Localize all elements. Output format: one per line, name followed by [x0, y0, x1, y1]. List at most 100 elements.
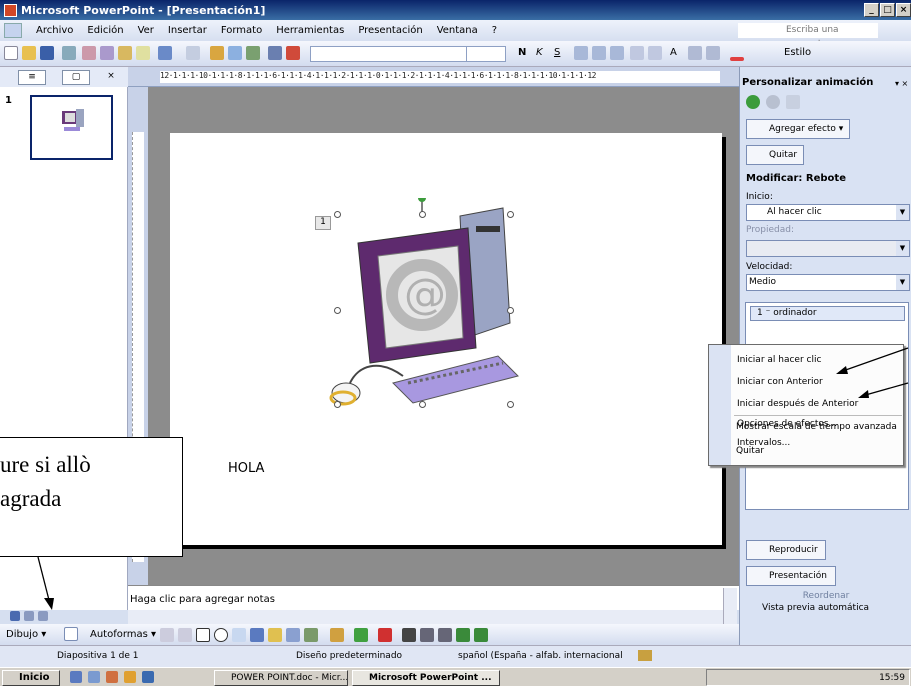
minimize-button[interactable]: _	[864, 3, 879, 17]
menu-show-advanced-timeline[interactable]: Mostrar escala de tiempo avanzada	[736, 422, 897, 432]
rectangle-icon[interactable]	[196, 628, 210, 642]
maximize-button[interactable]: □	[880, 3, 895, 17]
font-color-draw-icon[interactable]	[378, 628, 392, 642]
oval-icon[interactable]	[214, 628, 228, 642]
slideshow-button[interactable]: Presentación	[746, 566, 836, 586]
arrow-icon[interactable]	[178, 628, 192, 642]
sorter-view-icon[interactable]	[24, 611, 34, 621]
numbering-icon[interactable]	[630, 46, 644, 60]
resize-handle[interactable]	[507, 307, 514, 314]
horizontal-scrollbar[interactable]	[128, 610, 723, 624]
paste-icon[interactable]	[118, 46, 132, 60]
slide-canvas[interactable]: 1 @	[170, 133, 722, 545]
align-left-icon[interactable]	[574, 46, 588, 60]
resize-handle[interactable]	[334, 211, 341, 218]
explorer-icon[interactable]	[88, 671, 100, 683]
slideshow-view-icon[interactable]	[38, 611, 48, 621]
start-button[interactable]: Inicio	[2, 670, 60, 686]
menu-formato[interactable]: Formato	[221, 25, 262, 36]
draw-menu-button[interactable]: Dibujo ▾	[6, 629, 46, 640]
start-select[interactable]: Al hacer clic ▼	[746, 204, 910, 221]
copy-icon[interactable]	[100, 46, 114, 60]
menu-insertar[interactable]: Insertar	[168, 25, 207, 36]
browser-icon[interactable]	[142, 671, 154, 683]
task-powerpoint[interactable]: Microsoft PowerPoint ...	[352, 670, 500, 686]
font-color-icon[interactable]	[730, 57, 744, 61]
underline-button[interactable]: S	[554, 47, 560, 58]
messenger-icon[interactable]	[124, 671, 136, 683]
insert-chart-icon[interactable]	[210, 46, 224, 60]
bold-button[interactable]: N	[518, 47, 526, 58]
increase-indent-icon[interactable]	[706, 46, 720, 60]
menu-start-after-previous[interactable]: Iniciar después de Anterior	[737, 399, 858, 409]
back-icon[interactable]	[746, 95, 760, 109]
italic-button[interactable]: K	[536, 47, 543, 58]
slide-thumbnail[interactable]	[30, 95, 113, 160]
increase-font-button[interactable]: A	[670, 47, 677, 58]
3d-icon[interactable]	[474, 628, 488, 642]
resize-handle[interactable]	[334, 401, 341, 408]
speed-select[interactable]: Medio ▼	[746, 274, 910, 291]
save-icon[interactable]	[40, 46, 54, 60]
shadow-icon[interactable]	[456, 628, 470, 642]
menu-presentacion[interactable]: Presentación	[358, 25, 422, 36]
task-word-document[interactable]: POWER POINT.doc - Micr...	[214, 670, 348, 686]
style-button[interactable]: Estilo	[784, 47, 811, 58]
font-combo[interactable]	[310, 46, 482, 62]
add-effect-button[interactable]: Agregar efecto ▾	[746, 119, 850, 139]
menu-start-with-previous[interactable]: Iniciar con Anterior	[737, 377, 823, 387]
media-icon[interactable]	[106, 671, 118, 683]
desktop-icon[interactable]	[70, 671, 82, 683]
print-icon[interactable]	[62, 46, 76, 60]
resize-handle[interactable]	[334, 307, 341, 314]
chevron-down-icon[interactable]: ▼	[896, 275, 909, 290]
home-icon[interactable]	[786, 95, 800, 109]
font-size-combo[interactable]	[466, 46, 506, 62]
menu-ver[interactable]: Ver	[138, 25, 154, 36]
normal-view-icon[interactable]	[10, 611, 20, 621]
line-style-icon[interactable]	[402, 628, 416, 642]
fill-color-icon[interactable]	[330, 628, 344, 642]
close-pane-icon[interactable]: ×	[104, 70, 118, 85]
undo-icon[interactable]	[158, 46, 172, 60]
line-icon[interactable]	[160, 628, 174, 642]
resize-handle[interactable]	[507, 401, 514, 408]
animation-item[interactable]: 1 ⁻ ordinador	[750, 306, 905, 321]
resize-handle[interactable]	[419, 211, 426, 218]
diagram-icon[interactable]	[268, 628, 282, 642]
menu-start-on-click[interactable]: Iniciar al hacer clic	[737, 355, 821, 365]
tab-outline[interactable]: ≡	[18, 70, 46, 85]
computer-clipart[interactable]: @	[318, 198, 528, 413]
cut-icon[interactable]	[82, 46, 96, 60]
picture-icon[interactable]	[304, 628, 318, 642]
format-painter-icon[interactable]	[136, 46, 150, 60]
forward-icon[interactable]	[766, 95, 780, 109]
ask-question-input[interactable]: Escriba una pregunta	[738, 23, 878, 49]
textbox-icon[interactable]	[232, 628, 246, 642]
autopreview-checkbox[interactable]: Vista previa automática	[746, 603, 869, 613]
close-button[interactable]: ×	[896, 3, 911, 17]
resize-handle[interactable]	[507, 211, 514, 218]
menu-ventana[interactable]: Ventana	[437, 25, 478, 36]
menu-remove[interactable]: Quitar	[736, 446, 764, 456]
document-icon[interactable]	[4, 23, 22, 38]
menu-help[interactable]: ?	[492, 25, 497, 36]
redo-icon[interactable]	[186, 46, 200, 60]
notes-scrollbar[interactable]	[723, 588, 737, 624]
insert-picture-icon[interactable]	[246, 46, 260, 60]
tab-slides[interactable]: ▢	[62, 70, 90, 85]
remove-effect-button[interactable]: Quitar	[746, 145, 804, 165]
decrease-indent-icon[interactable]	[688, 46, 702, 60]
align-right-icon[interactable]	[610, 46, 624, 60]
open-icon[interactable]	[22, 46, 36, 60]
arrow-style-icon[interactable]	[438, 628, 452, 642]
wordart-icon[interactable]	[250, 628, 264, 642]
chevron-down-icon[interactable]: ▼	[896, 205, 909, 220]
menu-herramientas[interactable]: Herramientas	[276, 25, 344, 36]
resize-handle[interactable]	[419, 401, 426, 408]
menu-edicion[interactable]: Edición	[87, 25, 123, 36]
slide-text-hola[interactable]: HOLA	[228, 461, 264, 476]
menu-archivo[interactable]: Archivo	[36, 25, 73, 36]
insert-table-icon[interactable]	[228, 46, 242, 60]
dash-style-icon[interactable]	[420, 628, 434, 642]
